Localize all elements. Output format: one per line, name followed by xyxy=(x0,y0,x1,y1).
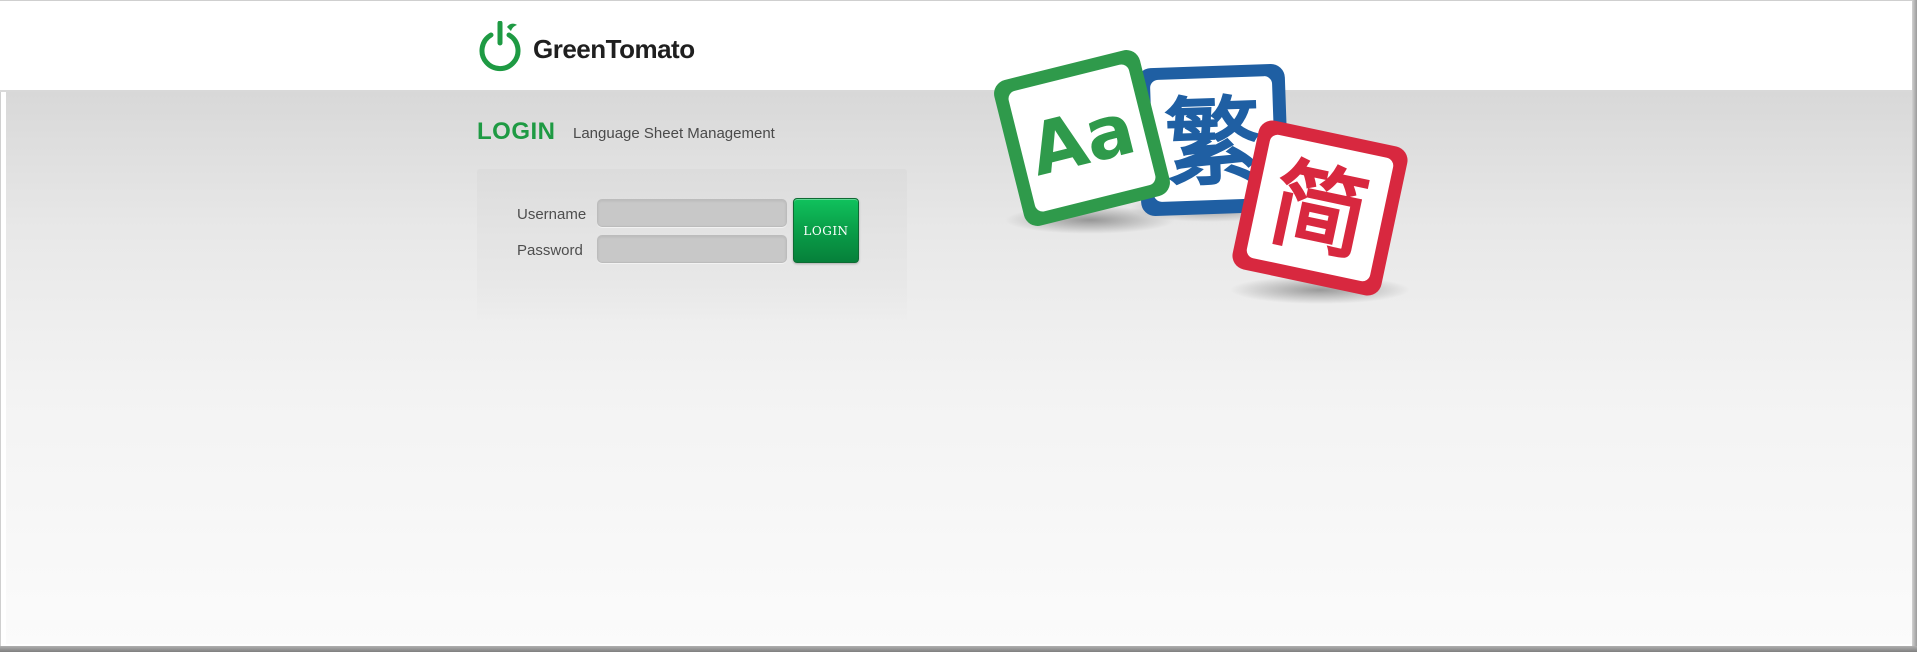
login-button[interactable]: LOGIN xyxy=(793,198,859,263)
password-label: Password xyxy=(517,242,583,259)
power-icon xyxy=(479,21,521,72)
language-illustration: 繁 Aa 简 xyxy=(980,40,1440,310)
brand-name: GreenTomato xyxy=(533,33,695,64)
username-label: Username xyxy=(517,206,587,223)
header: GreenTomato xyxy=(0,1,1912,92)
password-input[interactable] xyxy=(597,235,787,263)
page-subtitle: Language Sheet Management xyxy=(573,125,775,142)
main-area xyxy=(6,92,1912,644)
page-title: LOGIN xyxy=(477,118,556,145)
brand-logo: GreenTomato xyxy=(476,21,695,73)
right-edge xyxy=(1912,0,1917,652)
simplified-chinese-tile: 简 xyxy=(1232,120,1408,296)
login-panel: Username Password LOGIN xyxy=(477,169,907,325)
username-input[interactable] xyxy=(597,199,787,227)
bottom-edge xyxy=(0,646,1917,652)
language-tiles-graphic: 繁 Aa 简 xyxy=(994,50,1410,304)
